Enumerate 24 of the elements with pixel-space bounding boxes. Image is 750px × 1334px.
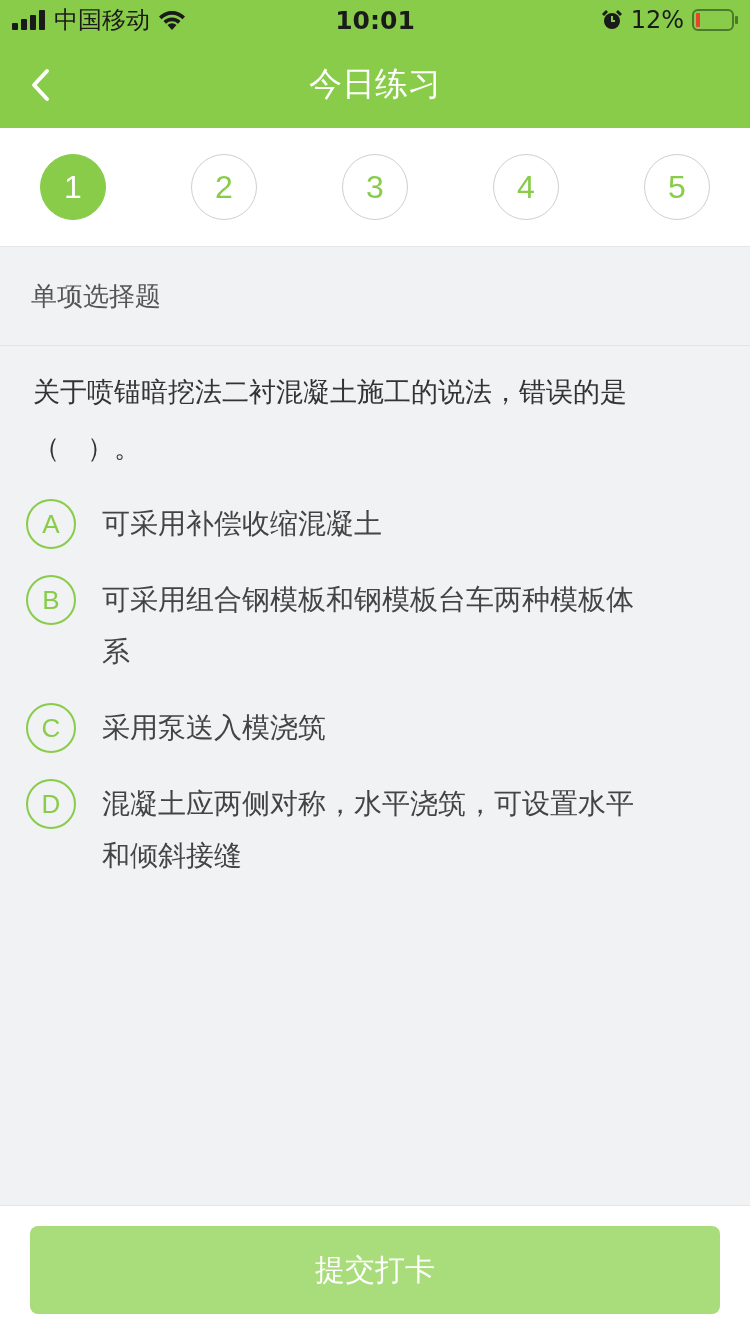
question-number[interactable]: 2 — [191, 154, 257, 220]
option-text[interactable]: 混凝土应两侧对称，水平浇筑，可设置水平和倾斜接缝 — [102, 778, 648, 882]
page-title: 今日练习 — [309, 62, 441, 105]
wifi-icon — [158, 9, 186, 31]
option-text[interactable]: 可采用组合钢模板和钢模板台车两种模板体系 — [102, 574, 648, 678]
option-letter[interactable]: A — [26, 499, 76, 549]
question-number[interactable]: 5 — [644, 154, 710, 220]
option-text[interactable]: 可采用补偿收缩混凝土 — [102, 498, 382, 550]
question-number[interactable]: 4 — [493, 154, 559, 220]
submit-button[interactable]: 提交打卡 — [30, 1226, 720, 1314]
question-number[interactable]: 1 — [40, 154, 106, 220]
question-number[interactable]: 3 — [342, 154, 408, 220]
question-text: 关于喷锚暗挖法二衬混凝土施工的说法，错误的是（ ）。 — [32, 375, 628, 465]
section-label: 单项选择题 — [0, 247, 750, 346]
clock-time: 10:01 — [335, 5, 415, 35]
alarm-clock-icon — [600, 9, 623, 31]
signal-icon — [12, 10, 46, 30]
option-text[interactable]: 采用泵送入模浇筑 — [102, 702, 326, 754]
battery-icon — [692, 9, 738, 31]
option-letter[interactable]: D — [26, 779, 76, 829]
option-letter[interactable]: C — [26, 703, 76, 753]
battery-percent: 12% — [630, 6, 684, 34]
option-letter[interactable]: B — [26, 575, 76, 625]
carrier-name: 中国移动 — [54, 5, 150, 36]
